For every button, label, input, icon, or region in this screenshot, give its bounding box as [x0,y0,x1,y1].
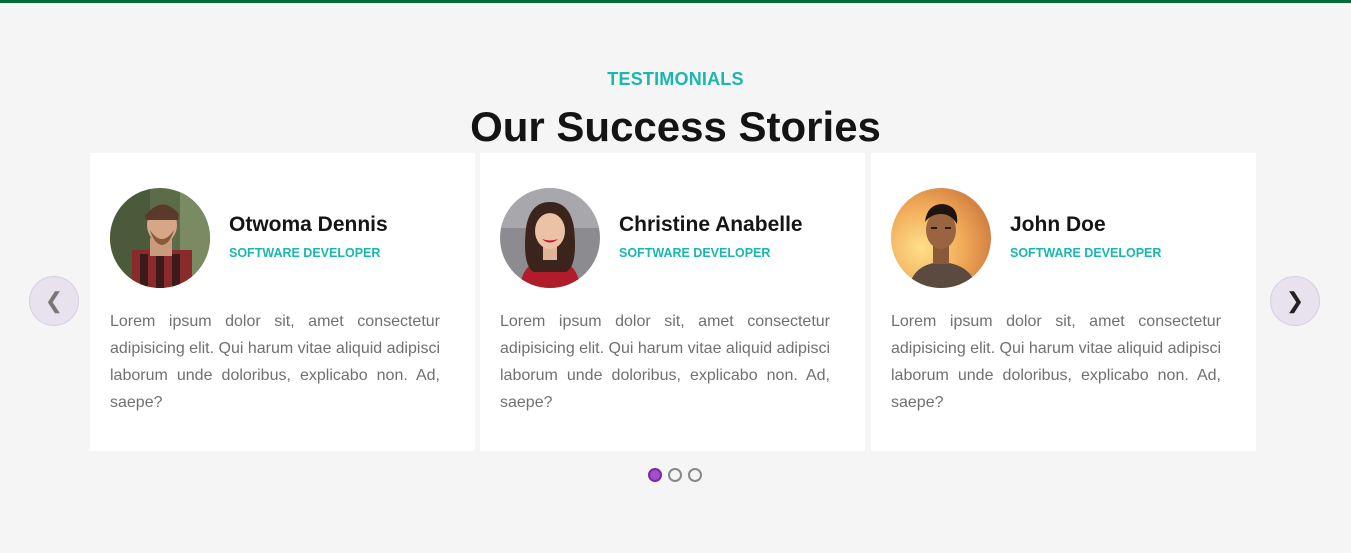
section-title: Our Success Stories [470,103,881,150]
testimonial-card: John Doe SOFTWARE DEVELOPER Lorem ipsum … [871,153,1256,451]
person-name: John Doe [1010,213,1106,236]
carousel-dot-3[interactable] [688,468,702,482]
testimonial-text: Lorem ipsum dolor sit, amet consectetur … [500,313,830,411]
person-role: SOFTWARE DEVELOPER [619,246,771,260]
section-eyebrow: TESTIMONIALS [607,69,744,89]
person-role: SOFTWARE DEVELOPER [1010,246,1162,260]
testimonial-text: Lorem ipsum dolor sit, amet consectetur … [891,313,1221,411]
chevron-left-icon: ❮ [44,288,64,313]
avatar [891,188,991,288]
testimonial-card: Christine Anabelle SOFTWARE DEVELOPER Lo… [480,153,865,451]
carousel-next-button[interactable]: ❯ [1270,276,1320,326]
chevron-right-icon: ❯ [1285,288,1305,313]
avatar [500,188,600,288]
carousel-dot-1[interactable] [648,468,662,482]
person-name: Otwoma Dennis [229,213,388,236]
testimonial-card: Otwoma Dennis SOFTWARE DEVELOPER Lorem i… [90,153,475,451]
carousel-prev-button[interactable]: ❮ [29,276,79,326]
person-name: Christine Anabelle [619,213,803,236]
avatar [110,188,210,288]
carousel-pagination [648,468,702,482]
top-accent-bar [0,0,1351,3]
testimonial-text: Lorem ipsum dolor sit, amet consectetur … [110,313,440,411]
carousel-dot-2[interactable] [668,468,682,482]
person-role: SOFTWARE DEVELOPER [229,246,381,260]
